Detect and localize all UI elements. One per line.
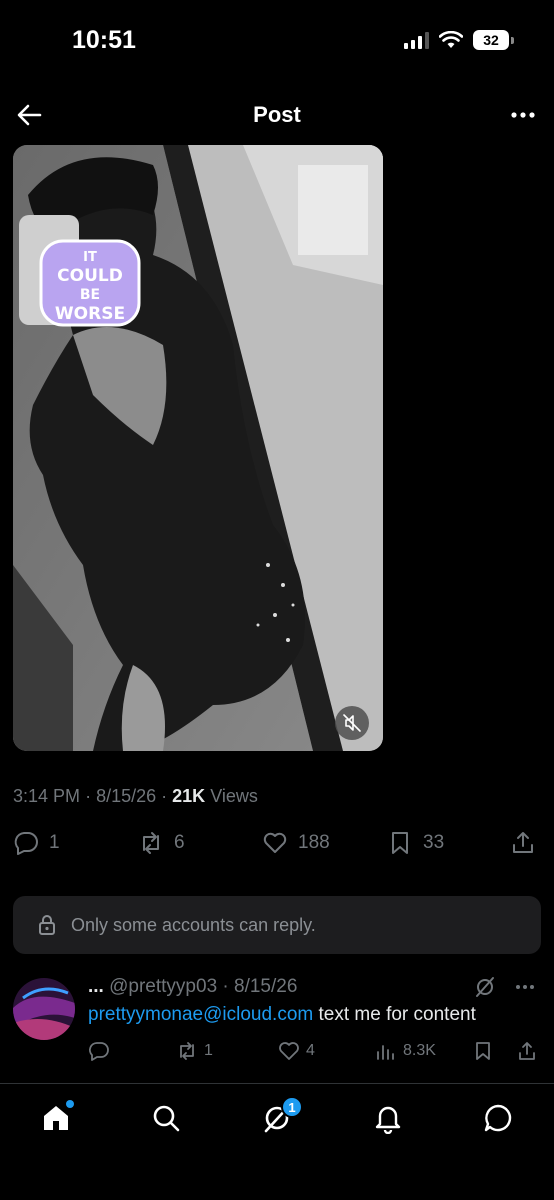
post-date: 8/15/26 <box>96 786 157 806</box>
reply-body: text me for content <box>313 1004 476 1025</box>
search-icon <box>153 1105 180 1132</box>
svg-text:COULD: COULD <box>57 266 123 286</box>
reply-restriction-text: Only some accounts can reply. <box>71 914 316 935</box>
reply-views-button[interactable]: 8.3K <box>375 1040 436 1062</box>
views-count: 21K <box>172 786 206 806</box>
nav-messages[interactable] <box>482 1102 516 1136</box>
lock-icon <box>39 915 55 935</box>
reply-share-button[interactable] <box>516 1040 538 1062</box>
reply-text: prettyymonae@icloud.com text me for cont… <box>88 1004 476 1026</box>
nav-search[interactable] <box>150 1102 184 1136</box>
reply-header: ... @prettyyp03 · 8/15/26 <box>88 976 297 998</box>
reply-bookmark-button[interactable] <box>472 1040 494 1062</box>
status-bar: 10:51 32 <box>0 0 554 80</box>
nav-grok[interactable]: 1 <box>261 1096 303 1136</box>
nav-notifications[interactable] <box>372 1102 406 1136</box>
reply-repost-count: 1 <box>204 1042 213 1059</box>
signal-icon <box>404 31 429 49</box>
repost-count: 6 <box>174 832 185 853</box>
reply-header-icons <box>474 976 536 998</box>
wifi-icon <box>439 31 463 48</box>
svg-text:WORSE: WORSE <box>55 304 125 324</box>
bookmark-icon <box>392 832 408 854</box>
chat-bubble-icon <box>484 1104 512 1132</box>
reply-button[interactable]: 1 <box>13 830 60 856</box>
sticker-image: IT COULD BE WORSE <box>39 239 141 327</box>
media-image <box>13 145 383 751</box>
views-chart-icon <box>377 1045 394 1060</box>
bookmark-icon <box>476 1042 490 1060</box>
page-title: Post <box>253 102 301 127</box>
repost-icon <box>180 1042 194 1060</box>
reply-count: 1 <box>49 832 60 853</box>
reply-like-count: 4 <box>306 1042 315 1059</box>
mute-button[interactable] <box>335 706 369 740</box>
heart-icon <box>263 832 287 853</box>
heart-icon <box>279 1042 299 1060</box>
bottom-nav: 1 <box>0 1083 554 1200</box>
reply-email-link[interactable]: prettyymonae@icloud.com <box>88 1004 313 1025</box>
reply-icon <box>14 832 38 855</box>
bookmark-count: 33 <box>423 832 445 853</box>
reply-reply-button[interactable] <box>88 1040 110 1062</box>
svg-text:BE: BE <box>80 287 100 303</box>
bell-icon <box>375 1106 401 1135</box>
home-unread-dot <box>66 1100 74 1108</box>
post-meta: 3:14 PM · 8/15/26 · 21K Views <box>13 786 258 806</box>
reply-author-name[interactable]: ... <box>88 976 104 997</box>
like-button[interactable]: 188 <box>262 830 330 856</box>
battery-icon: 32 <box>473 30 514 50</box>
like-count: 188 <box>298 832 330 853</box>
reply-like-button[interactable]: 4 <box>278 1040 315 1062</box>
header: Post <box>0 92 554 138</box>
reply-icon <box>89 1042 109 1061</box>
more-icon[interactable] <box>508 100 538 130</box>
avatar[interactable] <box>13 978 75 1040</box>
reply-repost-button[interactable]: 1 <box>176 1040 213 1062</box>
more-icon[interactable] <box>514 976 536 998</box>
speaker-muted-icon <box>343 714 361 732</box>
status-icons: 32 <box>404 30 514 50</box>
grok-badge: 1 <box>281 1096 303 1118</box>
share-button[interactable] <box>510 830 536 856</box>
bookmark-button[interactable]: 33 <box>387 830 444 856</box>
repost-button[interactable]: 6 <box>138 830 185 856</box>
post-time: 3:14 PM <box>13 786 81 806</box>
share-icon <box>519 1042 535 1060</box>
reply-views-count: 8.3K <box>403 1042 436 1059</box>
status-time: 10:51 <box>72 26 136 54</box>
nav-home[interactable] <box>40 1100 74 1136</box>
post-actions: 1 6 188 33 <box>0 830 554 864</box>
views-label: Views <box>210 786 258 806</box>
grok-icon[interactable] <box>474 976 496 998</box>
svg-text:IT: IT <box>83 250 97 265</box>
repost-icon <box>143 832 159 854</box>
reply-restriction-notice: Only some accounts can reply. <box>13 896 541 954</box>
share-icon <box>513 832 533 853</box>
reply-actions: 1 4 8.3K <box>0 1040 554 1068</box>
reply-handle-date: @prettyyp03 · 8/15/26 <box>109 976 298 997</box>
battery-level: 32 <box>473 30 509 50</box>
reply-item[interactable]: ... @prettyyp03 · 8/15/26 prettyymonae@i… <box>0 970 554 1080</box>
post-media[interactable]: IT COULD BE WORSE <box>13 145 383 751</box>
